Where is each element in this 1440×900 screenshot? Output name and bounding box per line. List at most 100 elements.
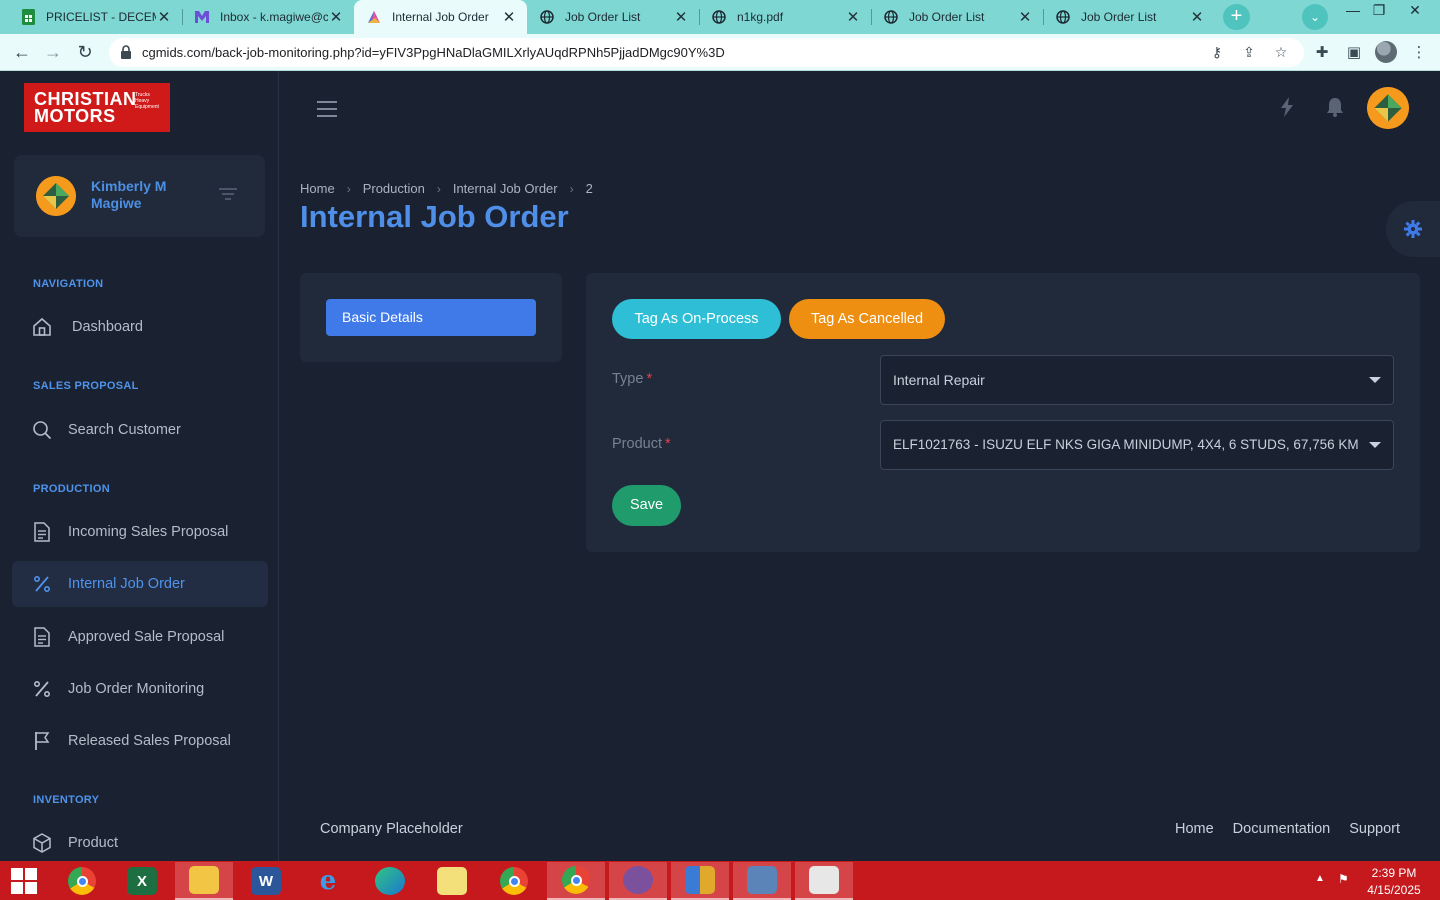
tray-chevron-up-icon[interactable]: ▲ xyxy=(1315,873,1327,884)
sidebar-item-label: Internal Job Order xyxy=(68,576,185,592)
sidebar-item-product[interactable]: Product xyxy=(12,820,268,866)
footer-link-documentation[interactable]: Documentation xyxy=(1233,821,1331,837)
tab-title: Job Order List xyxy=(909,10,985,24)
browser-tabstrip: PRICELIST - DECEMB ✕ Inbox - k.magiwe@c … xyxy=(0,0,1440,34)
close-icon[interactable]: ✕ xyxy=(845,8,861,26)
tab-basic-details[interactable]: Basic Details xyxy=(326,299,536,336)
close-icon[interactable]: ✕ xyxy=(156,8,172,26)
system-clock[interactable]: 2:39 PM 4/15/2025 xyxy=(1363,865,1425,899)
page-title: Internal Job Order xyxy=(300,199,569,234)
required-marker: * xyxy=(646,371,653,387)
key-icon[interactable]: ⚷ xyxy=(1208,45,1226,61)
sidebar-item-dashboard[interactable]: Dashboard xyxy=(12,304,268,350)
window-close-icon[interactable]: ✕ xyxy=(1400,0,1430,24)
bell-icon[interactable] xyxy=(1324,97,1346,119)
type-select[interactable]: Internal Repair xyxy=(880,355,1394,405)
back-arrow-icon[interactable]: ← xyxy=(10,41,34,65)
browser-tab[interactable]: n1kg.pdf ✕ xyxy=(699,0,871,34)
tag-cancelled-button[interactable]: Tag As Cancelled xyxy=(789,299,945,339)
new-tab-button[interactable]: + xyxy=(1223,4,1250,30)
close-icon[interactable]: ✕ xyxy=(1017,8,1033,26)
user-card[interactable]: Kimberly M Magiwe xyxy=(14,155,265,237)
sidebar-item-search-customer[interactable]: Search Customer xyxy=(12,407,268,453)
taskbar-folder-icon[interactable] xyxy=(423,862,481,900)
browser-tab[interactable]: Inbox - k.magiwe@c ✕ xyxy=(182,0,354,34)
browser-tab[interactable]: PRICELIST - DECEMB ✕ xyxy=(8,0,182,34)
more-menu-icon[interactable]: ⋮ xyxy=(1408,42,1430,64)
tag-on-process-button[interactable]: Tag As On-Process xyxy=(612,299,781,339)
sidebar-item-released-sales-proposal[interactable]: Released Sales Proposal xyxy=(12,718,268,764)
extensions-puzzle-icon[interactable]: ✚ xyxy=(1311,42,1333,64)
header-avatar[interactable] xyxy=(1367,87,1409,129)
taskbar-viber-icon[interactable] xyxy=(609,862,667,900)
type-select-value: Internal Repair xyxy=(893,372,985,388)
settings-gear-icon[interactable] xyxy=(1386,201,1440,257)
share-icon[interactable]: ⇪ xyxy=(1240,45,1258,61)
browser-tab[interactable]: Job Order List ✕ xyxy=(527,0,699,34)
restore-icon[interactable]: ❐ xyxy=(1364,0,1394,24)
profile-avatar[interactable] xyxy=(1375,41,1397,63)
taskbar-chrome-icon[interactable] xyxy=(485,862,543,900)
bookmark-star-icon[interactable]: ☆ xyxy=(1272,45,1290,61)
sheets-icon xyxy=(20,9,36,25)
close-icon[interactable]: ✕ xyxy=(328,8,344,26)
brand-logo[interactable]: CHRISTIAN MOTORS Trucks Heavy Equipment xyxy=(24,83,170,132)
hamburger-menu-icon[interactable] xyxy=(317,101,337,117)
sidebar-item-label: Dashboard xyxy=(72,319,143,335)
chevron-right-icon: › xyxy=(436,181,441,196)
side-panel-icon[interactable]: ▣ xyxy=(1343,42,1365,64)
sidebar-item-internal-job-order[interactable]: Internal Job Order xyxy=(12,561,268,607)
footer-link-home[interactable]: Home xyxy=(1175,821,1214,837)
sidebar-item-incoming-sales-proposal[interactable]: Incoming Sales Proposal xyxy=(12,509,268,555)
reload-icon[interactable]: ↻ xyxy=(73,41,97,65)
nav-heading-sales-proposal: SALES PROPOSAL xyxy=(33,380,139,392)
forward-arrow-icon[interactable]: → xyxy=(41,41,65,65)
tab-search-chevron-icon[interactable]: ⌄ xyxy=(1302,4,1328,30)
lightning-icon[interactable] xyxy=(1276,97,1298,119)
taskbar-chrome-icon[interactable] xyxy=(547,862,605,900)
type-label-text: Type xyxy=(612,371,644,387)
breadcrumb-internal-job-order[interactable]: Internal Job Order xyxy=(453,181,558,196)
footer-link-support[interactable]: Support xyxy=(1349,821,1400,837)
close-icon[interactable]: ✕ xyxy=(673,8,689,26)
taskbar-chrome-icon[interactable] xyxy=(53,862,111,900)
taskbar-app-icon[interactable] xyxy=(671,862,729,900)
sidebar-item-label: Job Order Monitoring xyxy=(68,681,205,697)
product-label: Product * xyxy=(612,436,671,452)
nav-heading-inventory: INVENTORY xyxy=(33,794,100,806)
job-order-form-panel: Tag As On-Process Tag As Cancelled Type *… xyxy=(586,273,1420,552)
windows-start-icon[interactable] xyxy=(11,868,37,894)
lock-icon[interactable] xyxy=(120,45,132,59)
taskbar-edge-icon[interactable] xyxy=(361,862,419,900)
taskbar-word-icon[interactable]: W xyxy=(237,862,295,900)
taskbar-calculator-icon[interactable] xyxy=(733,862,791,900)
close-icon[interactable]: ✕ xyxy=(501,8,517,26)
browser-tab[interactable]: Job Order List ✕ xyxy=(871,0,1043,34)
browser-tab-active[interactable]: Internal Job Order ✕ xyxy=(354,0,527,34)
tab-title: Internal Job Order xyxy=(392,10,489,24)
taskbar-excel-icon[interactable]: X xyxy=(113,862,171,900)
user-name: Kimberly M Magiwe xyxy=(91,178,167,211)
save-button[interactable]: Save xyxy=(612,485,681,526)
sidebar-item-approved-sale-proposal[interactable]: Approved Sale Proposal xyxy=(12,614,268,660)
breadcrumb-home[interactable]: Home xyxy=(300,181,335,196)
flag-icon xyxy=(31,730,53,752)
breadcrumb-production[interactable]: Production xyxy=(363,181,425,196)
taskbar-file-explorer-icon[interactable] xyxy=(175,862,233,900)
browser-toolbar: ← → ↻ cgmids.com/back-job-monitoring.php… xyxy=(0,34,1440,71)
browser-tab[interactable]: Job Order List ✕ xyxy=(1043,0,1215,34)
address-bar[interactable]: cgmids.com/back-job-monitoring.php?id=yF… xyxy=(109,38,1304,67)
tray-flag-icon[interactable]: ⚑ xyxy=(1338,872,1352,888)
required-marker: * xyxy=(664,436,671,452)
mail-icon xyxy=(194,9,210,25)
taskbar-internet-explorer-icon[interactable]: e xyxy=(299,862,357,900)
sidebar: CHRISTIAN MOTORS Trucks Heavy Equipment … xyxy=(0,71,279,861)
sidebar-item-job-order-monitoring[interactable]: Job Order Monitoring xyxy=(12,666,268,712)
product-select[interactable]: ELF1021763 - ISUZU ELF NKS GIGA MINIDUMP… xyxy=(880,420,1394,470)
percent-icon xyxy=(31,678,53,700)
close-icon[interactable]: ✕ xyxy=(1189,8,1205,26)
filter-icon[interactable] xyxy=(219,188,237,202)
search-icon xyxy=(31,419,53,441)
taskbar-news-icon[interactable] xyxy=(795,862,853,900)
footer-links: Home Documentation Support xyxy=(1175,821,1400,837)
